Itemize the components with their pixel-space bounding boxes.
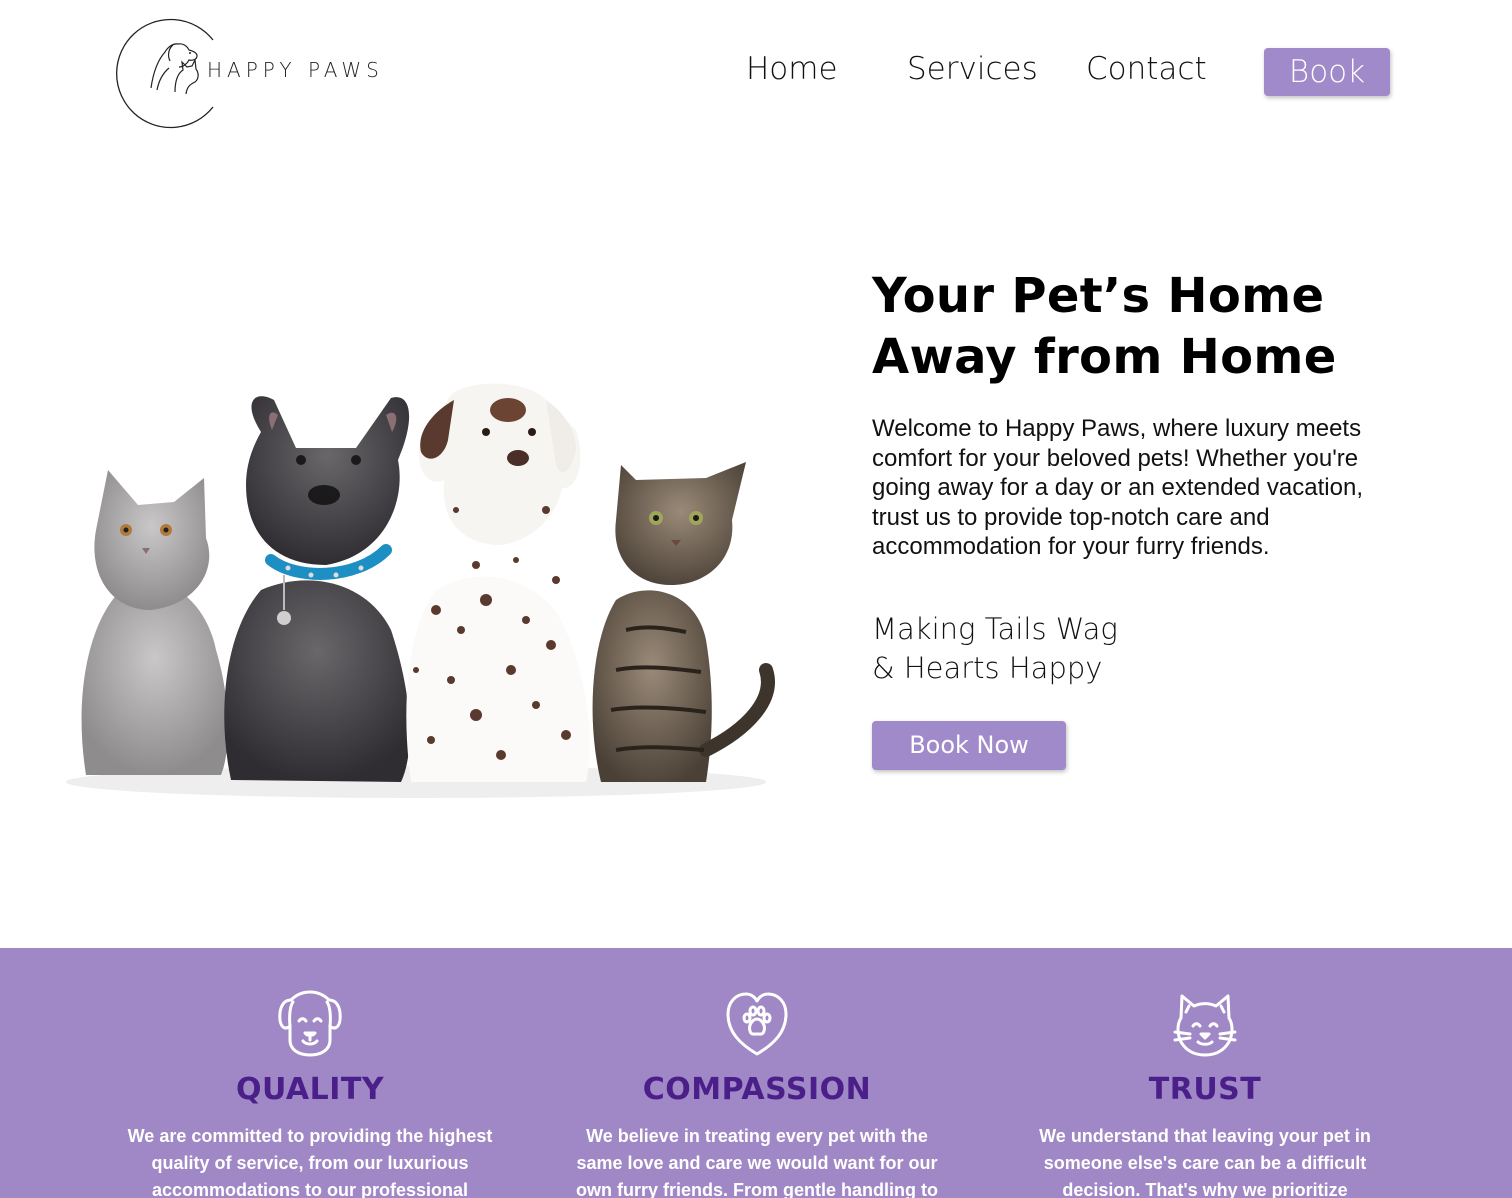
value-card-compassion: COMPASSION We believe in treating every … [557, 988, 957, 1198]
tabby-cat [592, 462, 775, 782]
grey-kitten [81, 470, 228, 775]
main-nav: Home Services Contact Book [740, 48, 1400, 98]
values-section: QUALITY We are committed to providing th… [0, 948, 1512, 1198]
french-bulldog-puppy [224, 396, 410, 782]
nav-services-link[interactable]: Services [907, 51, 1038, 87]
brand-name: HAPPY PAWS [207, 58, 384, 82]
heart-paw-icon [726, 992, 788, 1056]
book-now-button[interactable]: Book Now [872, 720, 1066, 770]
dog-face-icon [278, 990, 342, 1057]
hero-tagline: Making Tails Wag & Hearts Happy [872, 611, 1118, 685]
nav-book-button[interactable]: Book [1264, 48, 1390, 96]
value-card-quality: QUALITY We are committed to providing th… [110, 988, 510, 1198]
hero-intro-text: Welcome to Happy Paws, where luxury meet… [872, 415, 1363, 560]
logo[interactable]: HAPPY PAWS [113, 16, 413, 131]
nav-contact-link[interactable]: Contact [1086, 51, 1207, 87]
hero-copy: Your Pet’s Home Away from Home Welcome t… [872, 266, 1432, 770]
value-text-compassion: We believe in treating every pet with th… [575, 1126, 938, 1198]
dalmatian-puppy [406, 383, 590, 782]
hero-pets-image [66, 383, 775, 798]
value-title-compassion: COMPASSION [642, 1072, 872, 1107]
cat-face-icon [1173, 994, 1237, 1057]
value-title-quality: QUALITY [235, 1072, 385, 1107]
value-text-quality: We are committed to providing the highes… [127, 1126, 493, 1198]
value-card-trust: TRUST We understand that leaving your pe… [1005, 988, 1405, 1198]
value-text-trust: We understand that leaving your pet in s… [1039, 1126, 1371, 1198]
hero-title: Your Pet’s Home Away from Home [872, 268, 1337, 385]
value-title-trust: TRUST [1148, 1072, 1262, 1107]
nav-home-link[interactable]: Home [746, 51, 838, 87]
